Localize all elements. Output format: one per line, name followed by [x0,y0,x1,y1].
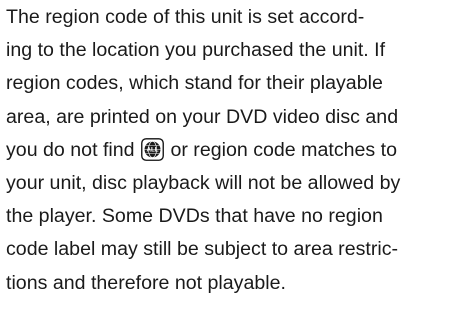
text-line-4: area, are printed on your DVD video disc… [6,105,399,128]
text-line-7: the player. Some DVDs that have no regio… [6,205,383,228]
text-line-1: The region code of this unit is set acco… [6,6,365,28]
text-line-5-start: you do not find [6,138,135,161]
text-line-3: region codes, which stand for their play… [6,72,383,95]
text-line-6: your unit, disc playback will not be all… [6,171,401,194]
text-line-2: ing to the location you purchased the un… [6,39,386,62]
text-line-5-end: or region code matches to [165,138,397,161]
text-line-5: you do not find ALL or region code match… [6,134,472,167]
region-all-globe-icon: ALL [141,137,164,161]
text-line-9: tions and therefore not playable. [6,271,286,294]
text-line-8: code label may still be subject to area … [6,238,399,261]
region-code-paragraph: The region code of this unit is set acco… [6,1,472,300]
region-all-label: ALL [146,146,158,153]
